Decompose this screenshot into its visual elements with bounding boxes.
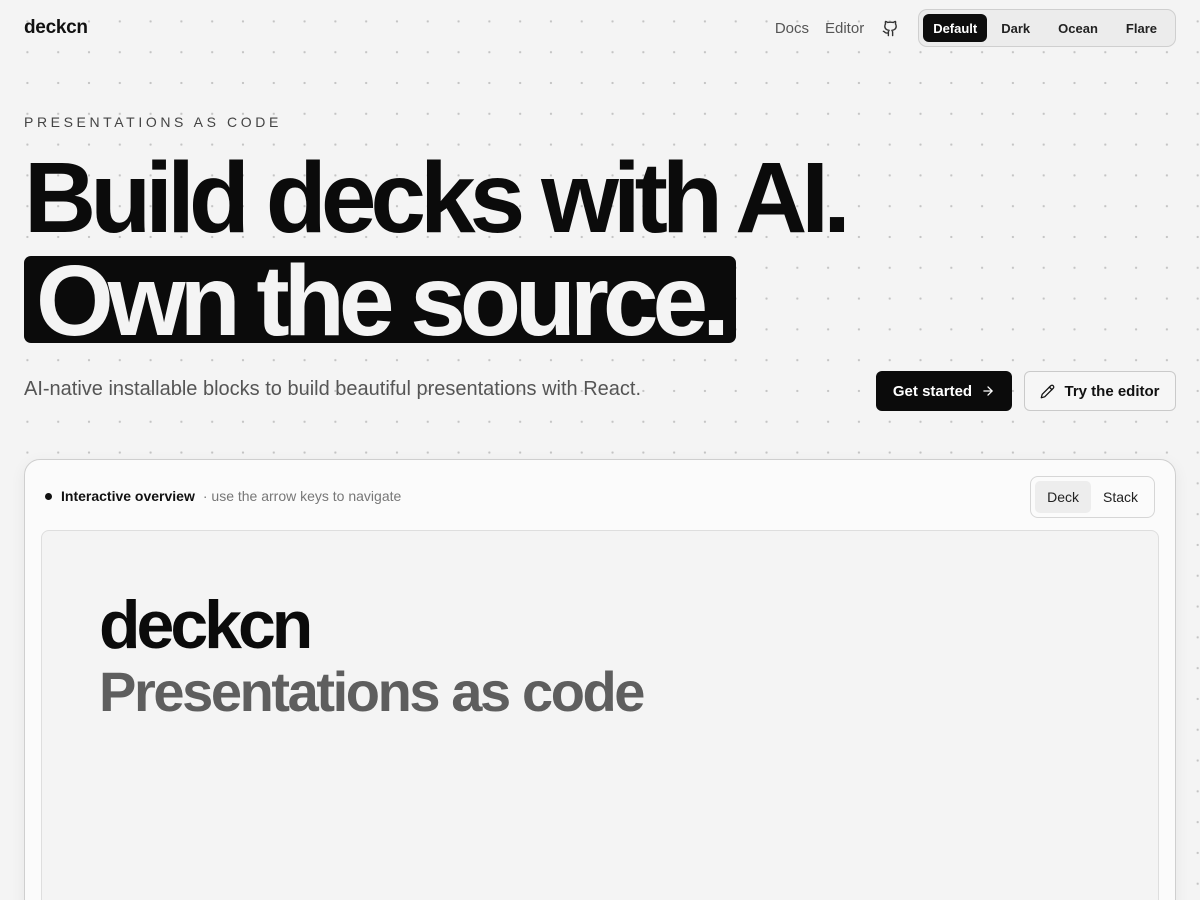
get-started-button[interactable]: Get started bbox=[876, 371, 1012, 411]
view-deck-button[interactable]: Deck bbox=[1035, 481, 1091, 513]
overview-title: Interactive overview bbox=[61, 488, 195, 504]
slide-preview[interactable]: deckcn Presentations as code bbox=[41, 530, 1159, 900]
theme-ocean-button[interactable]: Ocean bbox=[1044, 14, 1112, 42]
theme-flare-button[interactable]: Flare bbox=[1112, 14, 1171, 42]
github-icon[interactable] bbox=[882, 19, 900, 37]
arrow-right-icon bbox=[983, 386, 993, 396]
nav-right: Docs Editor Default Dark Ocean Flare bbox=[775, 9, 1176, 47]
nav-link-editor[interactable]: Editor bbox=[825, 20, 864, 37]
nav-link-docs[interactable]: Docs bbox=[775, 20, 809, 37]
hero-headline-highlight: Own the source. bbox=[24, 245, 736, 357]
view-stack-button[interactable]: Stack bbox=[1091, 481, 1150, 513]
slide-title: deckcn bbox=[99, 587, 313, 663]
interactive-overview-card: Interactive overview · use the arrow key… bbox=[24, 459, 1176, 900]
logo[interactable]: deckcn bbox=[24, 17, 88, 39]
overview-header: Interactive overview · use the arrow key… bbox=[45, 488, 401, 504]
try-editor-button[interactable]: Try the editor bbox=[1024, 371, 1176, 411]
status-dot-icon bbox=[45, 492, 52, 500]
view-toggle: Deck Stack bbox=[1030, 476, 1155, 518]
try-editor-label: Try the editor bbox=[1064, 382, 1160, 400]
get-started-label: Get started bbox=[892, 382, 973, 400]
slide-subtitle: Presentations as code bbox=[99, 660, 645, 723]
hero-subline: AI-native installable blocks to build be… bbox=[24, 378, 642, 400]
top-nav: deckcn Docs Editor Default Dark Ocean Fl… bbox=[0, 0, 1200, 56]
theme-switcher: Default Dark Ocean Flare bbox=[918, 9, 1176, 47]
theme-dark-button[interactable]: Dark bbox=[987, 14, 1044, 42]
hero-headline-line-2: Own the source. bbox=[36, 245, 730, 357]
overview-hint: · use the arrow keys to navigate bbox=[202, 488, 402, 504]
hero-headline-line-1: Build decks with AI. bbox=[24, 142, 851, 254]
theme-default-button[interactable]: Default bbox=[923, 14, 988, 42]
hero-eyebrow: PRESENTATIONS AS CODE bbox=[24, 114, 282, 130]
pencil-icon bbox=[1041, 384, 1055, 398]
